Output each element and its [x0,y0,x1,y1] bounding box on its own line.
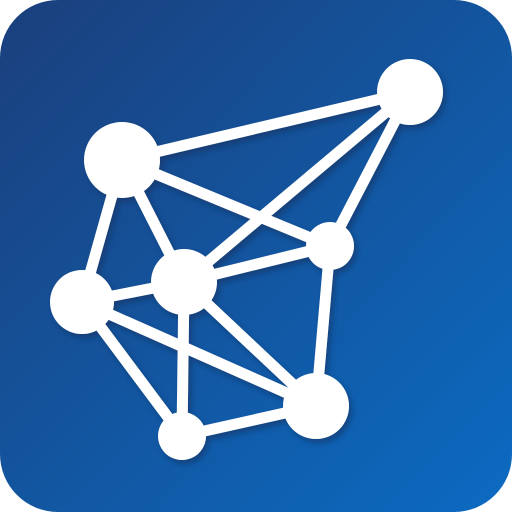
node-large-top-left [84,122,160,198]
app-icon [0,0,512,512]
node-bottom [158,412,206,460]
node-top-right [377,59,443,125]
network-graph-icon [0,0,512,512]
node-bottom-right [283,373,349,439]
node-center [151,249,217,315]
node-right [306,222,354,270]
node-left [50,270,114,334]
